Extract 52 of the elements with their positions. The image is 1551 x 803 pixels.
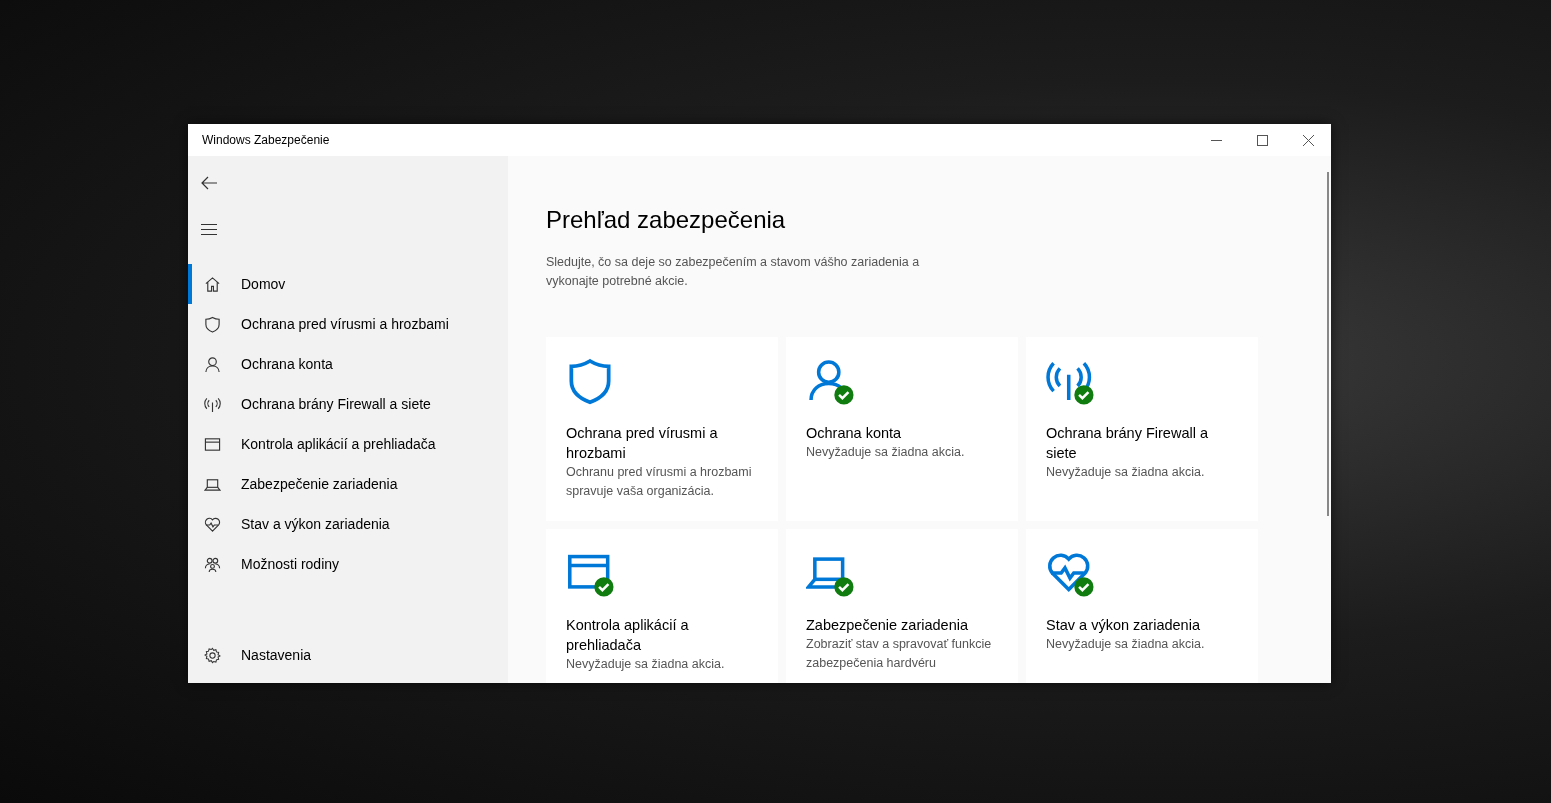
sidebar-item[interactable]: Kontrola aplikácií a prehliadača — [188, 424, 508, 464]
card-title: Kontrola aplikácií a prehliadača — [566, 615, 690, 655]
check-badge-icon — [834, 577, 854, 597]
window-title: Windows Zabezpečenie — [202, 132, 331, 149]
security-card[interactable]: Ochrana pred vírusmi a hrozbami Ochranu pred vírusmi a hrozbami spravuje vaša organizácia. — [546, 336, 778, 521]
sidebar-item[interactable]: Ochrana konta — [188, 344, 508, 384]
card-title: Ochrana pred vírusmi a hrozbami — [566, 423, 719, 463]
antenna-icon — [204, 395, 221, 413]
scrollbar[interactable] — [1327, 172, 1329, 516]
card-status: Nevyžaduje sa žiadna akcia. — [806, 443, 966, 461]
security-card[interactable]: Kontrola aplikácií a prehliadača Nevyžaduje sa žiadna akcia. — [546, 528, 778, 683]
browser-window-icon — [568, 554, 610, 589]
gear-icon — [204, 646, 221, 664]
heart-pulse-icon — [1048, 553, 1090, 591]
sidebar-item[interactable]: Ochrana pred vírusmi a hrozbami — [188, 304, 508, 344]
check-badge-icon — [1074, 385, 1094, 405]
card-status: Nevyžaduje sa žiadna akcia. — [1046, 463, 1206, 481]
home-icon — [204, 275, 221, 293]
card-status: Ochranu pred vírusmi a hrozbami spravuje vaša organizácia. — [566, 463, 753, 500]
maximize-icon — [1256, 134, 1268, 146]
close-icon — [1302, 134, 1314, 146]
shield-icon — [569, 358, 611, 404]
sidebar-item[interactable]: Stav a výkon zariadenia — [188, 504, 508, 544]
page-heading: Prehľad zabezpečenia — [546, 206, 787, 235]
browser-window-icon — [204, 435, 221, 453]
heart-pulse-icon — [204, 515, 221, 533]
back-arrow-icon — [201, 176, 217, 190]
card-title: Stav a výkon zariadenia — [1046, 615, 1201, 635]
security-card[interactable]: Ochrana konta Nevyžaduje sa žiadna akcia. — [786, 336, 1018, 521]
card-status: Zobraziť stav a spravovať funkcie zabezpečenia hardvéru — [806, 635, 993, 672]
check-badge-icon — [834, 385, 854, 405]
check-badge-icon — [1074, 577, 1094, 597]
card-title: Ochrana brány Firewall a siete — [1046, 423, 1209, 463]
card-title: Ochrana konta — [806, 423, 903, 443]
security-card[interactable]: Stav a výkon zariadenia Nevyžaduje sa žiadna akcia. — [1026, 528, 1258, 683]
page-description: Sledujte, čo sa deje so zabezpečením a stavom vášho zariadenia a vykonajte potrebné akcie. — [546, 253, 921, 290]
security-card[interactable]: Zabezpečenie zariadenia Zobraziť stav a spravovať funkcie zabezpečenia hardvéru — [786, 528, 1018, 683]
check-badge-icon — [594, 577, 614, 597]
menu-icon — [201, 223, 217, 235]
shield-icon — [204, 315, 221, 333]
security-card[interactable]: Ochrana brány Firewall a siete Nevyžaduje sa žiadna akcia. — [1026, 336, 1258, 521]
settings-item[interactable]: Nastavenia — [188, 635, 508, 675]
antenna-icon — [1046, 361, 1092, 402]
sidebar-item[interactable]: Možnosti rodiny — [188, 544, 508, 584]
card-status: Nevyžaduje sa žiadna akcia. — [1046, 635, 1206, 653]
card-status: Nevyžaduje sa žiadna akcia. — [566, 655, 726, 673]
sidebar-item[interactable]: Ochrana brány Firewall a siete — [188, 384, 508, 424]
card-title: Zabezpečenie zariadenia — [806, 615, 970, 635]
sidebar-item[interactable]: Zabezpečenie zariadenia — [188, 464, 508, 504]
minimize-icon — [1210, 139, 1222, 141]
person-icon — [204, 355, 221, 373]
family-icon — [204, 555, 221, 573]
